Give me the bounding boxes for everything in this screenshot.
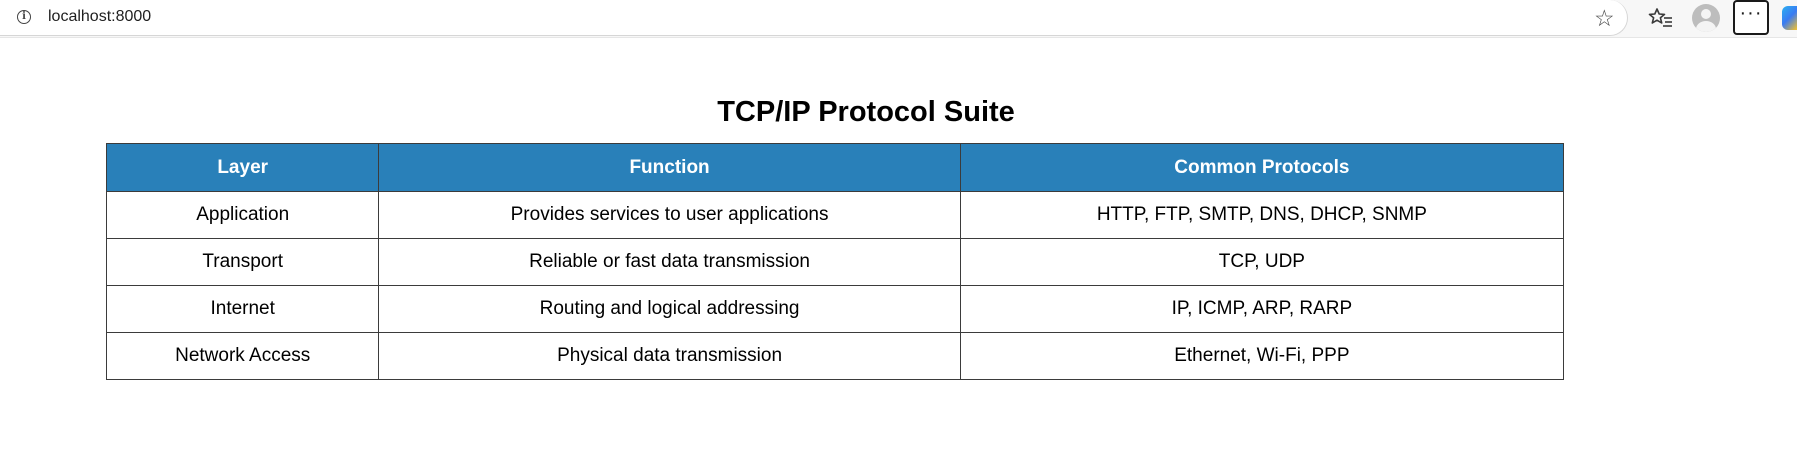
favorites-icon[interactable] xyxy=(1648,6,1674,30)
table-header-row: Layer Function Common Protocols xyxy=(105,143,1565,192)
browser-toolbar: i localhost:8000 ☆ ··· xyxy=(0,0,1797,38)
cell-protocols: Ethernet, Wi-Fi, PPP xyxy=(959,332,1565,380)
info-icon[interactable]: i xyxy=(17,10,31,24)
cell-function: Physical data transmission xyxy=(378,332,961,380)
address-bar[interactable]: i localhost:8000 xyxy=(0,0,1628,36)
table-row: Transport Reliable or fast data transmis… xyxy=(105,238,1565,286)
more-icon[interactable]: ··· xyxy=(1733,0,1769,35)
table-row: Internet Routing and logical addressing … xyxy=(105,285,1565,333)
cell-function: Routing and logical addressing xyxy=(378,285,961,333)
profile-icon[interactable] xyxy=(1692,4,1720,32)
header-layer: Layer xyxy=(105,143,380,192)
protocol-table: Layer Function Common Protocols Applicat… xyxy=(105,143,1565,380)
cell-layer: Internet xyxy=(105,285,380,333)
profile-body xyxy=(1696,21,1716,32)
profile-head xyxy=(1701,9,1711,19)
cell-function: Provides services to user applications xyxy=(378,191,961,239)
cell-protocols: IP, ICMP, ARP, RARP xyxy=(959,285,1565,333)
cell-layer: Application xyxy=(105,191,380,239)
url-text[interactable]: localhost:8000 xyxy=(48,8,151,26)
cell-layer: Network Access xyxy=(105,332,380,380)
cell-protocols: TCP, UDP xyxy=(959,238,1565,286)
cell-layer: Transport xyxy=(105,238,380,286)
cell-protocols: HTTP, FTP, SMTP, DNS, DHCP, SNMP xyxy=(959,191,1565,239)
copilot-icon[interactable] xyxy=(1782,6,1797,30)
cell-function: Reliable or fast data transmission xyxy=(378,238,961,286)
star-icon[interactable]: ☆ xyxy=(1594,5,1615,31)
table-row: Application Provides services to user ap… xyxy=(105,191,1565,239)
header-function: Function xyxy=(378,143,961,192)
page-title: TCP/IP Protocol Suite xyxy=(717,96,1015,128)
table-row: Network Access Physical data transmissio… xyxy=(105,332,1565,380)
header-common-protocols: Common Protocols xyxy=(959,143,1565,192)
